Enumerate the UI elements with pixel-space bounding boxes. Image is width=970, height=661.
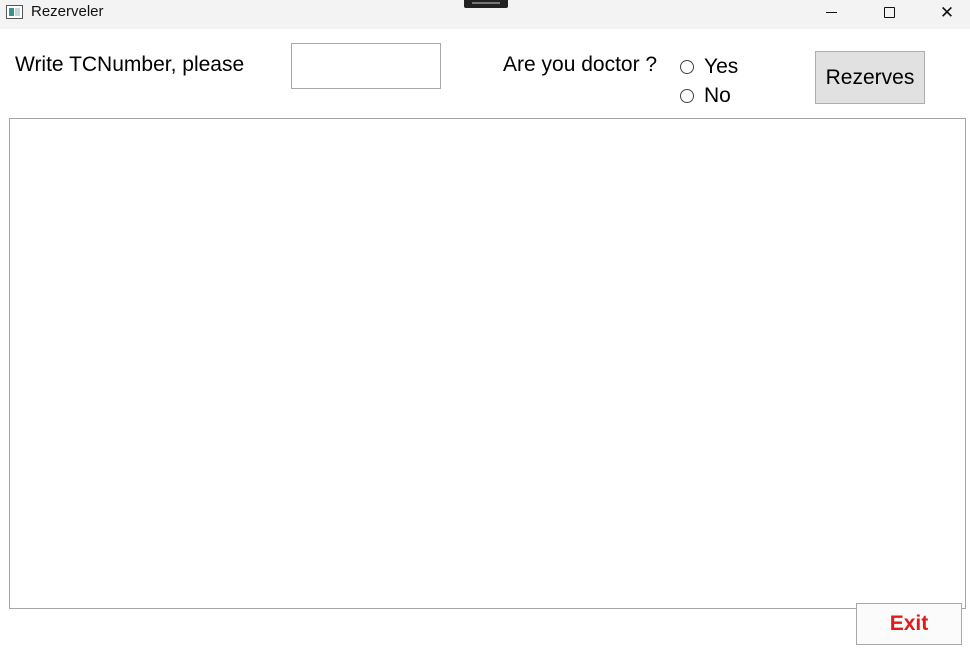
minimize-icon — [825, 11, 837, 13]
doctor-question-label: Are you doctor ? — [503, 53, 658, 76]
maximize-button[interactable] — [866, 0, 912, 24]
close-button[interactable]: ✕ — [924, 0, 970, 24]
exit-button[interactable]: Exit — [856, 603, 962, 645]
doctor-no-radio[interactable]: No — [680, 84, 731, 108]
radio-no-label: No — [704, 84, 731, 107]
radio-yes-label: Yes — [704, 55, 739, 78]
tc-number-label: Write TCNumber, please — [15, 53, 245, 76]
title-bar: Rezerveler ✕ — [0, 0, 970, 29]
app-icon — [6, 5, 23, 19]
reservations-panel — [9, 118, 966, 609]
rezerves-button[interactable]: Rezerves — [815, 51, 925, 104]
radio-yes-circle[interactable] — [680, 60, 694, 74]
doctor-yes-radio[interactable]: Yes — [680, 55, 738, 79]
tc-number-input[interactable] — [291, 43, 441, 89]
maximize-icon — [883, 6, 895, 18]
window-title: Rezerveler — [31, 3, 104, 20]
close-icon: ✕ — [939, 2, 955, 22]
window-tab-handle[interactable] — [464, 0, 508, 8]
minimize-button[interactable] — [808, 0, 854, 24]
radio-no-circle[interactable] — [680, 89, 694, 103]
